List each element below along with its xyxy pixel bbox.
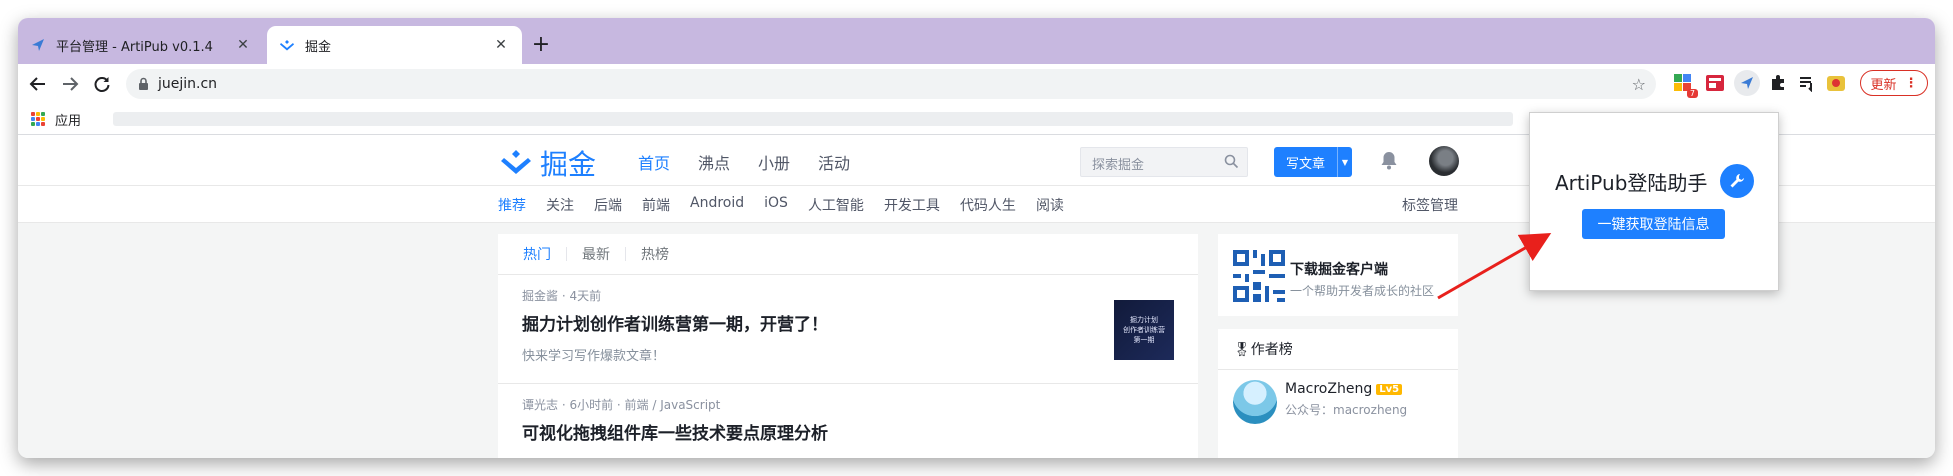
article-item[interactable]: 谭光志 · 6小时前 · 前端 / JavaScript 可视化拖拽组件库一些技… (498, 384, 1198, 458)
more-vert-icon: ⋮ (1904, 75, 1918, 91)
tab-title: 掘金 (305, 39, 332, 55)
user-avatar[interactable] (1429, 146, 1459, 176)
reading-list-icon[interactable] (1796, 72, 1818, 94)
artipub-extension-icon[interactable] (1734, 70, 1760, 96)
nav-books[interactable]: 小册 (758, 150, 790, 174)
category-list: 推荐 关注 后端 前端 Android iOS 人工智能 开发工具 代码人生 阅… (498, 195, 1064, 215)
article-thumbnail[interactable]: 掘力计划 创作者训练营 第一期 (1114, 300, 1174, 360)
bell-icon[interactable] (1380, 150, 1398, 174)
article-title[interactable]: 可视化拖拽组件库一些技术要点原理分析 (522, 419, 1174, 444)
article-feed: 热门 最新 热榜 掘金酱 · 4天前 掘力计划创作者训练营第一期，开营了！ 快来… (498, 234, 1198, 458)
tab-juejin[interactable]: 掘金 ✕ (267, 26, 522, 64)
nav-home[interactable]: 首页 (638, 150, 670, 174)
apps-label[interactable]: 应用 (55, 110, 81, 129)
ext-badge: 7 (1686, 89, 1698, 98)
category-item[interactable]: 关注 (546, 195, 574, 215)
apps-grid-icon[interactable] (31, 112, 45, 126)
download-title: 下载掘金客户端 (1290, 262, 1388, 278)
tab-artipub[interactable]: 平台管理 - ArtiPub v0.1.4 ✕ (18, 26, 264, 64)
author-subtitle: 公众号：macrozheng (1285, 403, 1408, 417)
url-text: juejin.cn (158, 76, 218, 92)
author-item[interactable]: MacroZheng Lv5 公众号：macrozheng (1218, 370, 1458, 430)
article-meta: 掘金酱 · 4天前 (522, 289, 602, 303)
artipub-popup: ArtiPub登陆助手 一键获取登陆信息 (1529, 112, 1779, 291)
tab-strip: 平台管理 - ArtiPub v0.1.4 ✕ 掘金 ✕ + (18, 18, 1935, 64)
main-nav: 首页 沸点 小册 活动 (638, 150, 850, 174)
juejin-logo[interactable]: 掘金 (498, 143, 596, 183)
search-input[interactable]: 探索掘金 (1080, 147, 1248, 177)
reload-icon[interactable] (90, 72, 114, 96)
paper-plane-icon (30, 37, 46, 53)
thumb-text: 创作者训练营 (1123, 326, 1165, 334)
close-icon[interactable]: ✕ (492, 37, 510, 53)
category-item[interactable]: 前端 (642, 195, 670, 215)
popup-title: ArtiPub登陆助手 (1555, 171, 1708, 195)
extension-icon[interactable]: 7 (1672, 72, 1698, 98)
category-item[interactable]: iOS (764, 195, 788, 215)
thumb-text: 掘力计划 (1130, 316, 1158, 324)
feed-tab-latest[interactable]: 最新 (582, 244, 610, 264)
thumb-text: 第一期 (1133, 336, 1155, 344)
article-title[interactable]: 掘力计划创作者训练营第一期，开营了！ (522, 310, 1174, 335)
logo-text: 掘金 (540, 148, 597, 181)
category-item[interactable]: 人工智能 (808, 195, 864, 215)
caret-down-icon[interactable]: ▼ (1337, 147, 1352, 177)
divider (566, 247, 567, 261)
tab-title: 平台管理 - ArtiPub v0.1.4 (56, 39, 213, 55)
write-article-button[interactable]: 写文章 ▼ (1274, 147, 1352, 177)
category-item[interactable]: 后端 (594, 195, 622, 215)
update-button[interactable]: 更新 ⋮ (1860, 70, 1928, 96)
close-icon[interactable]: ✕ (234, 37, 252, 53)
browser-window: 平台管理 - ArtiPub v0.1.4 ✕ 掘金 ✕ + juejin.cn… (18, 18, 1935, 458)
nav-pins[interactable]: 沸点 (698, 150, 730, 174)
author-avatar[interactable] (1233, 380, 1277, 424)
profile-avatar-icon[interactable] (1825, 72, 1847, 94)
extension-icon[interactable] (1704, 72, 1726, 94)
nav-events[interactable]: 活动 (818, 150, 850, 174)
article-item[interactable]: 掘金酱 · 4天前 掘力计划创作者训练营第一期，开营了！ 快来学习写作爆款文章！… (498, 275, 1198, 384)
puzzle-icon[interactable] (1767, 72, 1789, 94)
fetch-login-info-button[interactable]: 一键获取登陆信息 (1582, 209, 1725, 239)
juejin-favicon-icon (279, 37, 295, 53)
category-item[interactable]: 阅读 (1036, 195, 1064, 215)
blurred-bookmarks (113, 112, 1513, 126)
address-bar[interactable]: juejin.cn ☆ (126, 69, 1656, 99)
category-item[interactable]: 代码人生 (960, 195, 1016, 215)
search-placeholder: 探索掘金 (1092, 158, 1145, 173)
update-label: 更新 (1870, 77, 1897, 93)
bookmark-star-icon[interactable]: ☆ (1632, 75, 1646, 94)
write-label: 写文章 (1285, 156, 1325, 172)
download-subtitle: 一个帮助开发者成长的社区 (1290, 284, 1435, 298)
forward-icon[interactable] (58, 72, 82, 96)
level-badge: Lv5 (1376, 383, 1403, 395)
author-name-line: MacroZheng Lv5 (1285, 381, 1403, 397)
author-ranking: 🎖作者榜 MacroZheng Lv5 公众号：macrozheng (1218, 329, 1458, 458)
author-ranking-title: 🎖作者榜 (1218, 329, 1458, 370)
tag-manage-link[interactable]: 标签管理 (1402, 195, 1458, 215)
juejin-logo-icon (501, 150, 531, 174)
category-item[interactable]: Android (690, 195, 744, 215)
download-app-card[interactable]: 下载掘金客户端 一个帮助开发者成长的社区 (1218, 234, 1458, 316)
feed-tabs: 热门 最新 热榜 (498, 234, 1198, 275)
feed-tab-ranking[interactable]: 热榜 (641, 244, 669, 264)
browser-toolbar: juejin.cn ☆ 7 更新 ⋮ (18, 64, 1935, 104)
category-item[interactable]: 开发工具 (884, 195, 940, 215)
category-item[interactable]: 推荐 (498, 195, 526, 215)
feed-tab-hot[interactable]: 热门 (523, 244, 551, 264)
lock-icon (138, 76, 149, 95)
qr-code-icon (1233, 250, 1285, 302)
divider (625, 247, 626, 261)
search-icon[interactable] (1224, 154, 1239, 173)
back-icon[interactable] (26, 72, 50, 96)
author-name[interactable]: MacroZheng (1285, 381, 1372, 397)
article-desc: 快来学习写作爆款文章！ (522, 349, 666, 364)
wrench-icon[interactable] (1720, 164, 1754, 198)
article-meta: 谭光志 · 6小时前 · 前端 / JavaScript (522, 398, 721, 412)
new-tab-button[interactable]: + (528, 32, 554, 58)
